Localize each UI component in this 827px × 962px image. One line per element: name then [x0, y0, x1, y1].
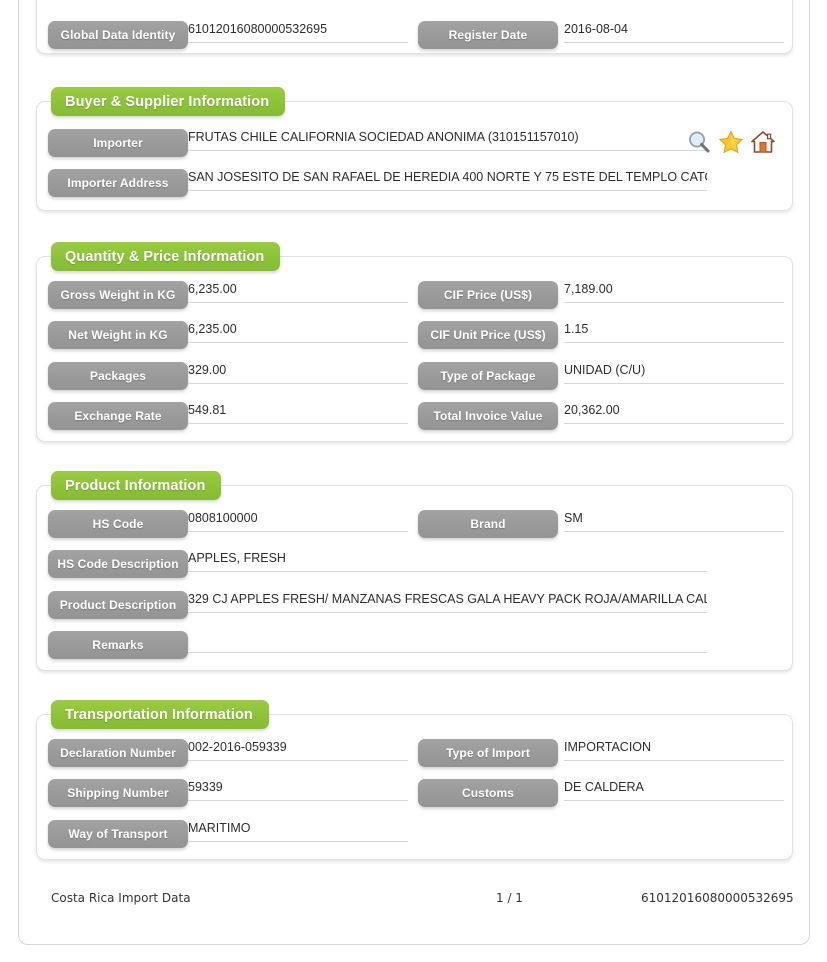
section-card-transportation: Transportation Information Declaration N… [36, 700, 793, 860]
field-value-register-date-wrap: 2016-08-04 [564, 19, 784, 43]
footer-page-number: 1 / 1 [496, 891, 523, 905]
field-value-importer-address-wrap: SAN JOSESITO DE SAN RAFAEL DE HEREDIA 40… [188, 167, 707, 191]
header-card: Global Data Identity 6101201608000053269… [36, 0, 793, 54]
section-card-quantity-price: Quantity & Price Information Gross Weigh… [36, 242, 793, 442]
field-label-type-of-package: Type of Package [418, 362, 558, 390]
star-icon[interactable] [718, 129, 744, 155]
section-title-product: Product Information [51, 471, 222, 500]
field-value-hs-code: 0808100000 [188, 511, 258, 525]
field-value-gross-weight-wrap: 6,235.00 [188, 279, 408, 303]
field-label-global-data-identity: Global Data Identity [48, 21, 188, 49]
field-label-exchange-rate: Exchange Rate [48, 402, 188, 430]
field-value-cif-unit-price-wrap: 1.15 [564, 319, 784, 343]
field-value-product-description-wrap: 329 CJ APPLES FRESH/ MANZANAS FRESCAS GA… [188, 589, 707, 613]
field-value-remarks-wrap [188, 629, 707, 653]
import-record-document: Global Data Identity 6101201608000053269… [0, 0, 827, 962]
field-value-type-of-package-wrap: UNIDAD (C/U) [564, 360, 784, 384]
field-value-packages-wrap: 329.00 [188, 360, 408, 384]
field-label-net-weight: Net Weight in KG [48, 321, 188, 349]
field-value-cif-price-wrap: 7,189.00 [564, 279, 784, 303]
field-value-importer-address: SAN JOSESITO DE SAN RAFAEL DE HEREDIA 40… [188, 170, 707, 184]
field-label-gross-weight: Gross Weight in KG [48, 281, 188, 309]
field-value-global-data-identity-wrap: 61012016080000532695 [188, 19, 408, 43]
field-label-importer-address: Importer Address [48, 169, 188, 197]
section-title-transportation: Transportation Information [51, 700, 269, 729]
field-value-global-data-identity: 61012016080000532695 [188, 22, 328, 36]
field-value-shipping-number: 59339 [188, 780, 223, 794]
field-label-hs-code-description: HS Code Description [48, 550, 188, 578]
field-value-cif-unit-price: 1.15 [564, 322, 589, 336]
field-label-customs: Customs [418, 779, 558, 807]
field-value-packages: 329.00 [188, 363, 227, 377]
field-label-product-description: Product Description [48, 591, 188, 619]
field-value-type-of-package: UNIDAD (C/U) [564, 363, 646, 377]
field-value-way-of-transport: MARITIMO [188, 821, 251, 835]
field-value-cif-price: 7,189.00 [564, 282, 613, 296]
field-label-register-date: Register Date [418, 21, 558, 49]
field-value-type-of-import-wrap: IMPORTACION [564, 737, 784, 761]
field-value-brand: SM [564, 511, 583, 525]
search-icon[interactable] [686, 129, 712, 155]
field-value-exchange-rate-wrap: 549.81 [188, 400, 408, 424]
field-value-net-weight-wrap: 6,235.00 [188, 319, 408, 343]
field-value-shipping-number-wrap: 59339 [188, 777, 408, 801]
field-value-hs-code-description-wrap: APPLES, FRESH [188, 548, 707, 572]
section-title-buyer-supplier: Buyer & Supplier Information [51, 87, 286, 116]
field-value-total-invoice-value-wrap: 20,362.00 [564, 400, 784, 424]
field-value-declaration-number: 002-2016-059339 [188, 740, 287, 754]
field-value-total-invoice-value: 20,362.00 [564, 403, 620, 417]
field-value-way-of-transport-wrap: MARITIMO [188, 818, 408, 842]
section-card-buyer-supplier: Buyer & Supplier Information Importer FR… [36, 87, 793, 211]
field-value-importer: FRUTAS CHILE CALIFORNIA SOCIEDAD ANONIMA… [188, 130, 579, 144]
field-value-customs-wrap: DE CALDERA [564, 777, 784, 801]
field-label-way-of-transport: Way of Transport [48, 820, 188, 848]
field-value-gross-weight: 6,235.00 [188, 282, 237, 296]
field-value-declaration-number-wrap: 002-2016-059339 [188, 737, 408, 761]
field-value-brand-wrap: SM [564, 508, 784, 532]
field-label-declaration-number: Declaration Number [48, 739, 188, 767]
field-value-importer-wrap: FRUTAS CHILE CALIFORNIA SOCIEDAD ANONIMA… [188, 127, 707, 151]
field-value-product-description: 329 CJ APPLES FRESH/ MANZANAS FRESCAS GA… [188, 592, 707, 606]
field-value-register-date: 2016-08-04 [564, 22, 628, 36]
field-label-importer: Importer [48, 129, 188, 157]
home-icon[interactable] [750, 129, 776, 155]
field-value-type-of-import: IMPORTACION [564, 740, 652, 754]
field-label-type-of-import: Type of Import [418, 739, 558, 767]
field-label-shipping-number: Shipping Number [48, 779, 188, 807]
field-label-hs-code: HS Code [48, 510, 188, 538]
field-label-packages: Packages [48, 362, 188, 390]
field-value-hs-code-description: APPLES, FRESH [188, 551, 286, 565]
field-label-remarks: Remarks [48, 631, 188, 659]
field-label-brand: Brand [418, 510, 558, 538]
field-value-customs: DE CALDERA [564, 780, 644, 794]
field-value-net-weight: 6,235.00 [188, 322, 237, 336]
field-label-total-invoice-value: Total Invoice Value [418, 402, 558, 430]
field-label-cif-unit-price: CIF Unit Price (US$) [418, 321, 558, 349]
section-card-product: Product Information HS Code 0808100000 H… [36, 471, 793, 671]
field-value-hs-code-wrap: 0808100000 [188, 508, 408, 532]
footer-source-label: Costa Rica Import Data [51, 891, 191, 905]
field-label-cif-price: CIF Price (US$) [418, 281, 558, 309]
footer-identity: 61012016080000532695 [641, 891, 794, 905]
section-title-quantity-price: Quantity & Price Information [51, 242, 281, 271]
field-value-exchange-rate: 549.81 [188, 403, 227, 417]
